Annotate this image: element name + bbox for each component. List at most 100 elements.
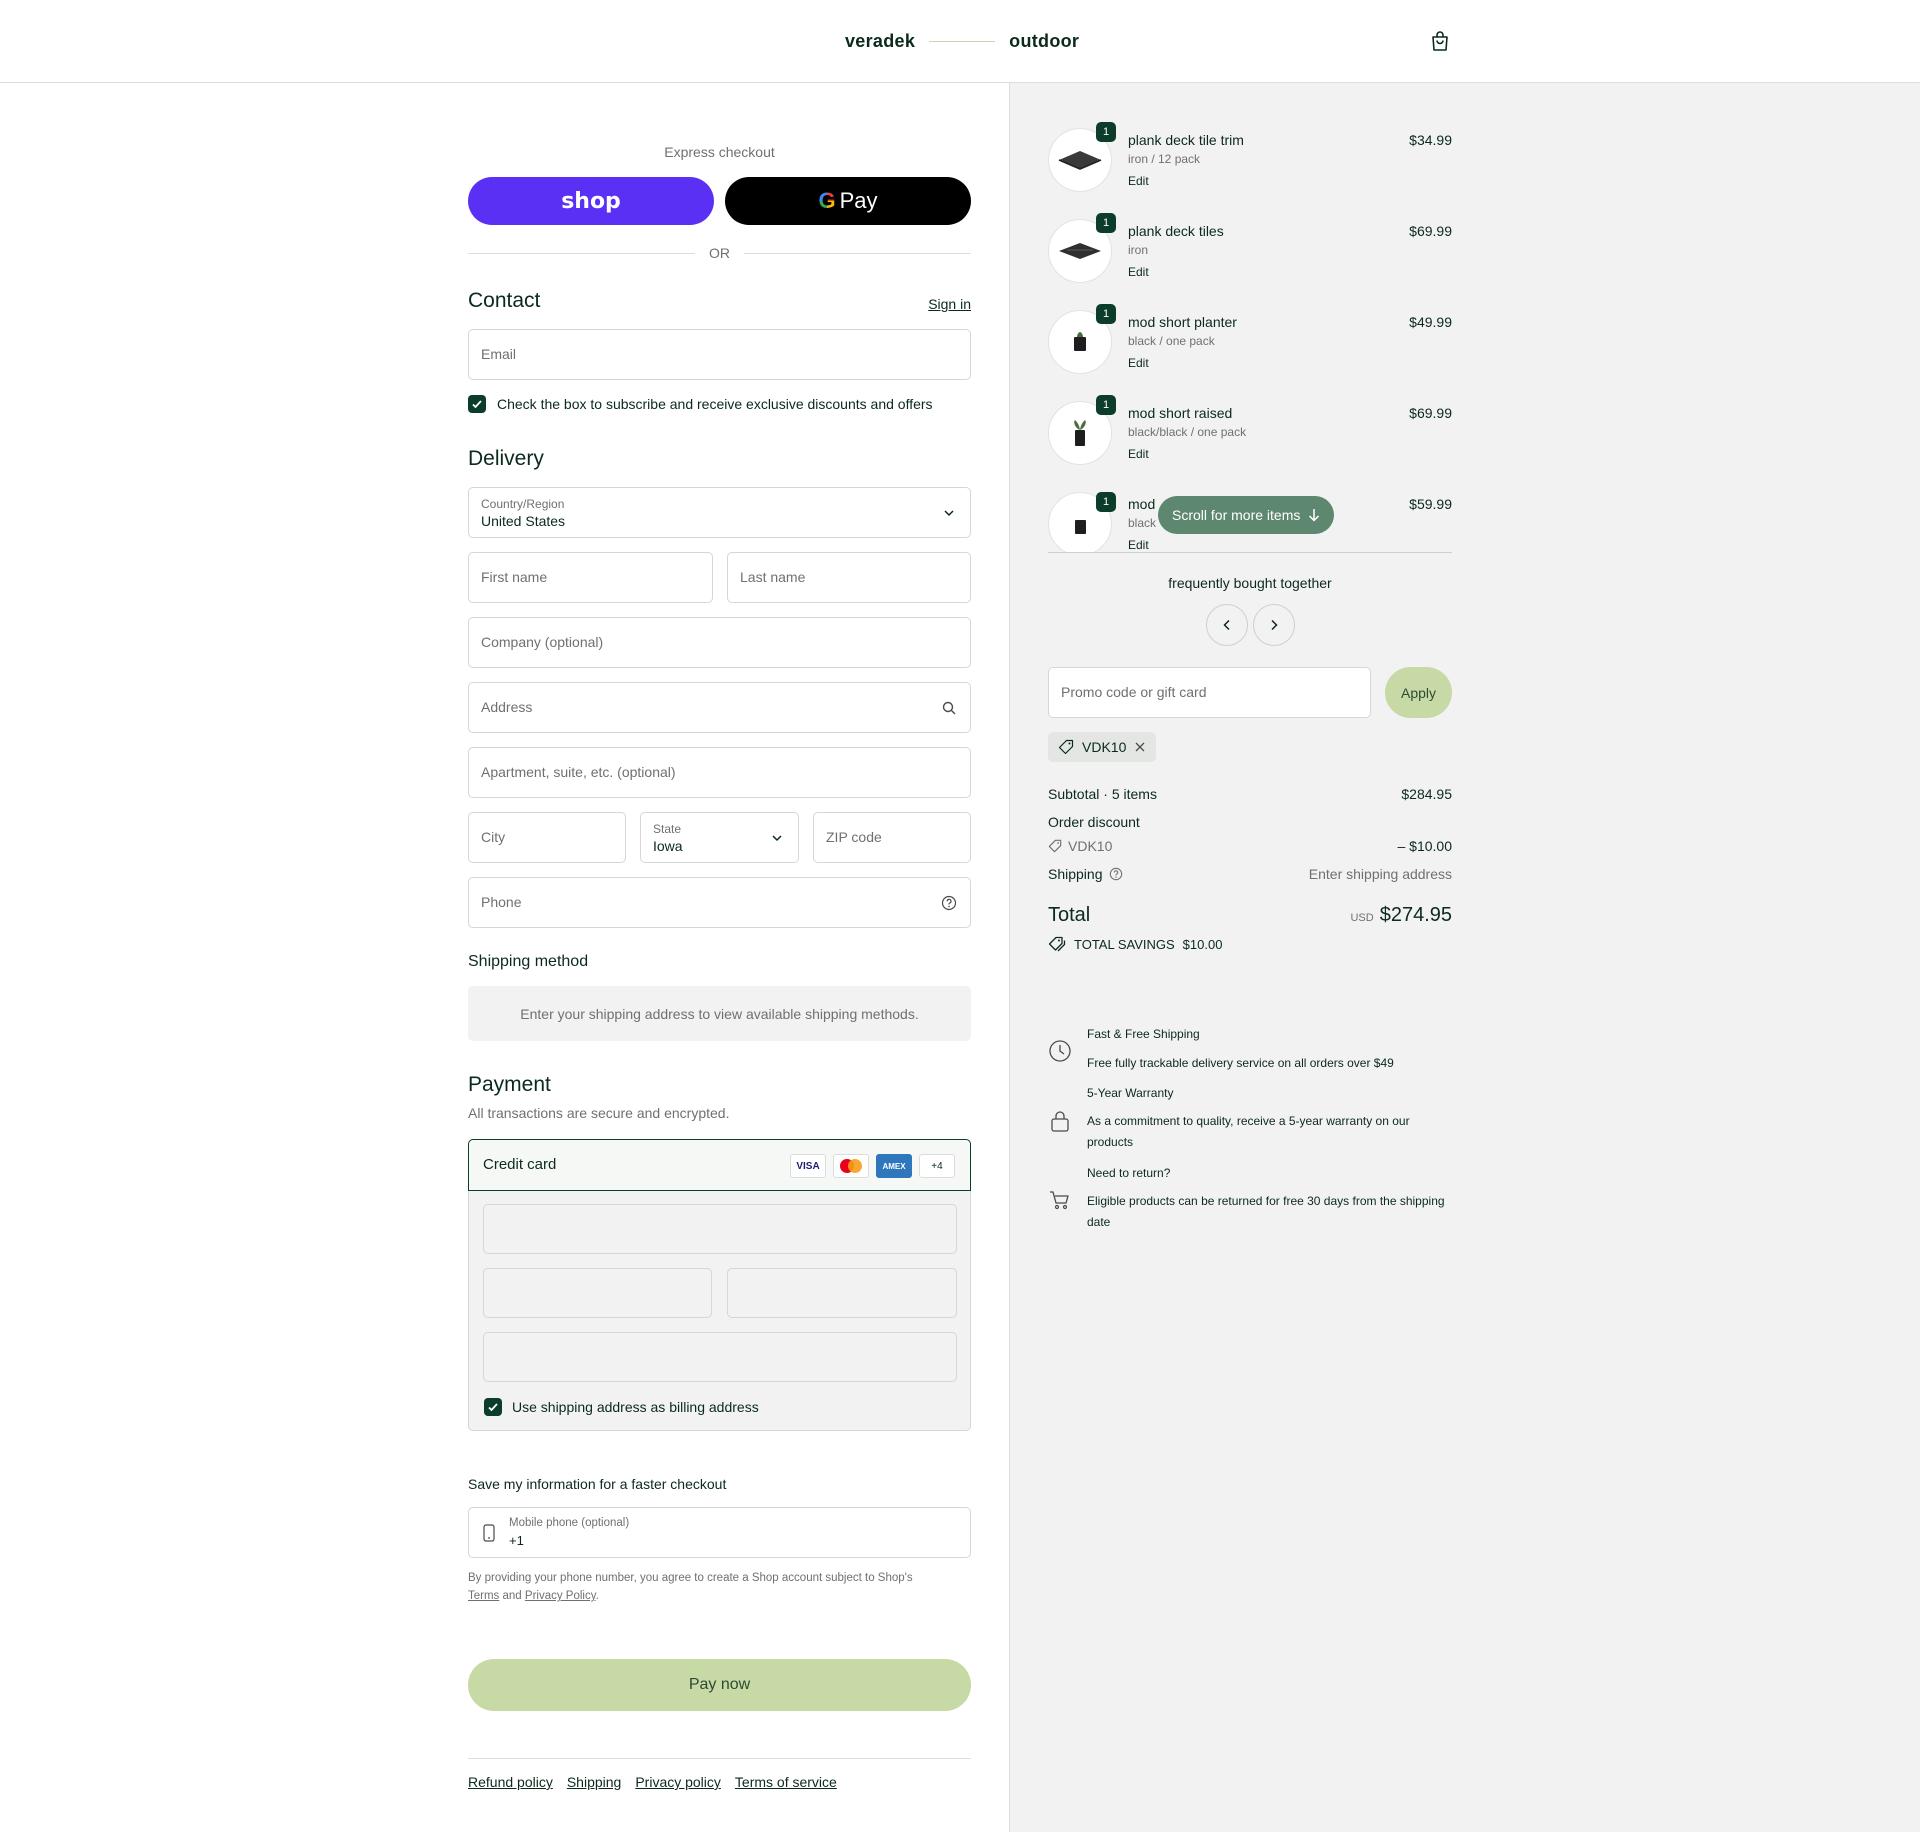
footer-divider	[468, 1758, 971, 1759]
card-name-field[interactable]	[483, 1332, 957, 1382]
item-price: $69.99	[1409, 223, 1452, 239]
chevron-down-icon	[944, 510, 954, 517]
delivery-title: Delivery	[468, 447, 544, 470]
cart-item: 1 plank deck tiles iron Edit $69.99	[1048, 213, 1452, 299]
item-name: plank deck tiles	[1128, 223, 1224, 239]
address-field[interactable]: Address	[468, 682, 971, 733]
payment-title: Payment	[468, 1073, 551, 1096]
perk-text: Free fully trackable delivery service on…	[1087, 1056, 1394, 1070]
city-field[interactable]: City	[468, 812, 626, 863]
close-icon[interactable]	[1134, 741, 1146, 753]
terms-link[interactable]: Terms	[468, 1590, 499, 1602]
first-name-placeholder: First name	[481, 569, 548, 585]
item-price: $34.99	[1409, 132, 1452, 148]
email-placeholder: Email	[481, 346, 517, 362]
item-edit-link[interactable]: Edit	[1128, 447, 1149, 461]
last-name-field[interactable]: Last name	[727, 552, 971, 603]
country-select[interactable]: Country/Region United States	[468, 487, 971, 538]
state-select[interactable]: State Iowa	[640, 812, 799, 863]
applied-code-label: VDK10	[1082, 739, 1127, 755]
discount-value: – $10.00	[1397, 838, 1453, 854]
mastercard-icon	[833, 1154, 869, 1178]
order-discount-row: Order discount	[1048, 814, 1452, 830]
brand-logo[interactable]: veradek outdoor	[845, 28, 1079, 54]
checkmark-icon	[488, 1403, 498, 1412]
privacy-policy-footer-link[interactable]: Privacy policy	[635, 1774, 721, 1790]
legal-and: and	[502, 1590, 522, 1602]
card-security-code-field[interactable]	[727, 1268, 957, 1318]
apartment-field[interactable]: Apartment, suite, etc. (optional)	[468, 747, 971, 798]
phone-field[interactable]: Phone	[468, 877, 971, 928]
discount-code: VDK10	[1048, 838, 1112, 854]
or-label: OR	[709, 245, 730, 261]
shipping-label-group: Shipping	[1048, 866, 1123, 882]
country-label: Country/Region	[481, 497, 565, 511]
shop-pay-button[interactable]: shop	[468, 177, 714, 225]
item-edit-link[interactable]: Edit	[1128, 538, 1149, 552]
shipping-label: Shipping	[1048, 866, 1103, 882]
email-field[interactable]: Email	[468, 329, 971, 380]
chevron-left-icon	[1223, 619, 1230, 631]
clock-icon	[1049, 1040, 1071, 1062]
item-edit-link[interactable]: Edit	[1128, 265, 1149, 279]
item-name: plank deck tile trim	[1128, 132, 1244, 148]
item-edit-link[interactable]: Edit	[1128, 356, 1149, 370]
shipping-link[interactable]: Shipping	[567, 1774, 622, 1790]
item-edit-link[interactable]: Edit	[1128, 174, 1149, 188]
save-info-title: Save my information for a faster checkou…	[468, 1476, 727, 1492]
logo-text-right: outdoor	[1009, 30, 1080, 51]
sign-in-link[interactable]: Sign in	[928, 296, 971, 312]
visa-icon: VISA	[790, 1154, 826, 1178]
promo-placeholder: Promo code or gift card	[1061, 684, 1207, 700]
card-number-field[interactable]	[483, 1204, 957, 1254]
total-savings: TOTAL SAVINGS $10.00	[1048, 936, 1222, 952]
item-name: mod	[1128, 496, 1156, 512]
legal-text: By providing your phone number, you agre…	[468, 1569, 971, 1605]
card-expiry-field[interactable]	[483, 1268, 712, 1318]
last-name-placeholder: Last name	[740, 569, 806, 585]
footer-links: Refund policy Shipping Privacy policy Te…	[468, 1774, 837, 1790]
promo-code-field[interactable]: Promo code or gift card	[1048, 667, 1371, 718]
help-circle-icon[interactable]	[941, 895, 957, 911]
amex-icon: AMEX	[876, 1154, 912, 1178]
item-price: $69.99	[1409, 405, 1452, 421]
refund-policy-link[interactable]: Refund policy	[468, 1774, 553, 1790]
pay-now-button[interactable]: Pay now	[468, 1659, 971, 1711]
total-label: Total	[1048, 904, 1091, 926]
shopping-bag-icon[interactable]	[1428, 29, 1452, 53]
country-value: United States	[481, 513, 566, 529]
site-header: veradek outdoor	[0, 0, 1920, 83]
logo-text-left: veradek	[845, 30, 916, 51]
company-field[interactable]: Company (optional)	[468, 617, 971, 668]
search-icon[interactable]	[941, 700, 957, 716]
terms-of-service-link[interactable]: Terms of service	[735, 1774, 837, 1790]
item-variant: black / one pack	[1128, 334, 1215, 348]
item-variant: iron / 12 pack	[1128, 152, 1201, 166]
carousel-next-button[interactable]	[1253, 604, 1295, 646]
first-name-field[interactable]: First name	[468, 552, 713, 603]
credit-card-option[interactable]: Credit card VISA AMEX +4	[468, 1139, 971, 1191]
subscribe-checkbox[interactable]	[468, 395, 486, 413]
carousel-prev-button[interactable]	[1206, 604, 1248, 646]
mobile-phone-field[interactable]: Mobile phone (optional) +1	[468, 1507, 971, 1558]
google-pay-button[interactable]: G Pay	[725, 177, 971, 225]
credit-card-form: Use shipping address as billing address	[468, 1191, 971, 1431]
quantity-badge: 1	[1096, 395, 1116, 415]
scroll-more-items-button[interactable]: Scroll for more items	[1158, 496, 1335, 534]
perk-title: Need to return?	[1087, 1166, 1171, 1180]
item-price: $49.99	[1409, 314, 1452, 330]
tag-icon	[1058, 739, 1074, 755]
help-circle-icon[interactable]	[1109, 867, 1123, 881]
savings-value: $10.00	[1182, 936, 1223, 952]
billing-same-checkbox[interactable]	[484, 1398, 502, 1416]
frequently-bought-title: frequently bought together	[1168, 575, 1332, 591]
city-placeholder: City	[481, 829, 506, 845]
zip-field[interactable]: ZIP code	[813, 812, 971, 863]
privacy-policy-link[interactable]: Privacy Policy	[525, 1590, 596, 1602]
express-checkout-title: Express checkout	[664, 144, 775, 160]
total-amount-group: USD $274.95	[1350, 904, 1452, 927]
tag-icon	[1048, 839, 1062, 853]
item-name: mod short raised	[1128, 405, 1233, 421]
apply-promo-button[interactable]: Apply	[1385, 667, 1452, 718]
return-cart-icon	[1050, 1191, 1069, 1210]
